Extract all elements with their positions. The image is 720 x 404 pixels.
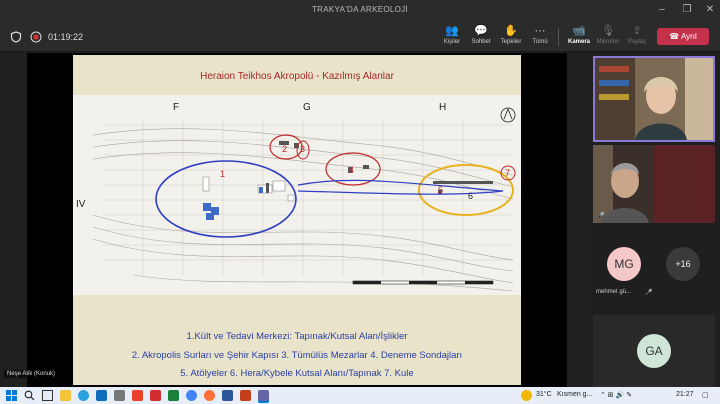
participant-name: mehmet gü...	[596, 289, 632, 295]
participants-panel: 🎤 MG +16 mehmet gü... 🎤 GA	[590, 53, 720, 387]
task-view-icon[interactable]	[42, 390, 53, 401]
column-label-g: G	[303, 102, 311, 113]
mic-off-icon: 🎤	[596, 213, 605, 220]
leave-button[interactable]: ☎ Ayrıl	[657, 28, 709, 45]
mic-button[interactable]: 🎙 Mikrofon	[592, 25, 624, 51]
powerpoint-icon[interactable]	[240, 390, 251, 401]
restore-icon[interactable]: ❐	[680, 4, 694, 16]
column-label-h: H	[439, 102, 446, 113]
people-button[interactable]: 👥 Kişiler	[436, 25, 468, 51]
participant-video-1[interactable]	[593, 56, 715, 142]
avatar: GA	[637, 334, 671, 368]
more-icon: ···	[534, 25, 546, 37]
participant-tile-3[interactable]: GA	[593, 315, 715, 387]
excel-icon[interactable]	[168, 390, 179, 401]
legend-line-3: 5. Atölyeler 6. Hera/Kybele Kutsal Alanı…	[180, 368, 414, 379]
slide-title: Heraion Teikhos Akropolü - Kazılmış Alan…	[200, 71, 394, 82]
close-icon[interactable]: ✕	[703, 4, 717, 16]
participant-video-image	[593, 145, 715, 223]
participant-video-image	[595, 58, 713, 140]
column-label-f: F	[173, 102, 179, 113]
system-tray-icons[interactable]: ⌃ ⊞ 🔊 ✎	[600, 391, 632, 399]
mail-icon[interactable]	[96, 390, 107, 401]
shared-content: Heraion Teikhos Akropolü - Kazılmış Alan…	[27, 53, 567, 387]
reactions-button[interactable]: ✋ Tepkiler	[495, 25, 527, 51]
avatar[interactable]: MG	[607, 247, 641, 281]
presenter-name-label: Neşe Atik (Konuk)	[4, 370, 59, 378]
firefox-icon[interactable]	[204, 390, 215, 401]
area-number-1: 1	[220, 169, 225, 179]
window-title: TRAKYA'DA ARKEOLOJİ	[312, 5, 408, 14]
meeting-timer: 01:19:22	[48, 32, 84, 42]
mic-off-icon: 🎙	[601, 25, 615, 37]
more-participants-button[interactable]: +16	[666, 247, 700, 281]
area-number-4: 4	[349, 165, 354, 175]
camera-button[interactable]: 📹 Kamera	[563, 25, 595, 51]
search-icon[interactable]	[24, 390, 35, 401]
presentation-slide: Heraion Teikhos Akropolü - Kazılmış Alan…	[73, 55, 521, 385]
teams-icon[interactable]	[258, 390, 269, 401]
meeting-toolbar: 01:19:22 👥 Kişiler 💬 Sohbet ✋ Tepkiler ·…	[0, 22, 720, 52]
shared-screen-area: Heraion Teikhos Akropolü - Kazılmış Alan…	[0, 53, 590, 387]
more-button[interactable]: ··· Tümü	[524, 25, 556, 51]
weather-status[interactable]: Kısmen g...	[557, 391, 592, 398]
minimize-icon[interactable]: –	[655, 4, 669, 16]
area-number-6: 6	[468, 191, 473, 201]
share-button[interactable]: ⇪ Paylaş	[621, 25, 653, 51]
reactions-icon: ✋	[504, 25, 518, 37]
pdf-reader-icon[interactable]	[150, 390, 161, 401]
mic-off-icon: 🎤	[645, 290, 653, 296]
legend-line-1: 1.Kült ve Tedavi Merkezi: Tapınak/Kutsal…	[186, 331, 408, 342]
taskbar: 31°C Kısmen g... ⌃ ⊞ 🔊 ✎ 21:27 ▢	[0, 387, 720, 404]
area-number-2: 2	[282, 144, 287, 154]
shield-icon[interactable]	[10, 31, 22, 43]
participant-video-2[interactable]: 🎤	[593, 145, 715, 223]
chat-button[interactable]: 💬 Sohbet	[465, 25, 497, 51]
site-plan-map: F G H IV 1 2 3 4 5 6 7	[73, 95, 521, 295]
area-number-5: 5	[438, 185, 443, 195]
windows-start-icon[interactable]	[6, 390, 17, 401]
people-icon: 👥	[445, 25, 459, 37]
file-explorer-icon[interactable]	[60, 390, 71, 401]
title-bar: TRAKYA'DA ARKEOLOJİ – ❐ ✕	[0, 0, 720, 22]
area-number-7: 7	[505, 168, 510, 178]
legend-line-2: 2. Akropolis Surları ve Şehir Kapısı 3. …	[131, 350, 463, 361]
app-icon[interactable]	[114, 390, 125, 401]
chat-icon: 💬	[474, 25, 488, 37]
notifications-icon[interactable]: ▢	[702, 391, 709, 399]
temperature: 31°C	[536, 391, 552, 398]
word-icon[interactable]	[222, 390, 233, 401]
row-label: IV	[76, 199, 86, 210]
chrome-icon[interactable]	[186, 390, 197, 401]
share-icon: ⇪	[632, 25, 642, 37]
edge-icon[interactable]	[78, 390, 89, 401]
office-icon[interactable]	[132, 390, 143, 401]
area-number-3: 3	[300, 144, 305, 154]
clock[interactable]: 21:27	[676, 391, 694, 398]
phone-hangup-icon: ☎	[669, 32, 680, 41]
camera-icon: 📹	[572, 25, 586, 37]
scale-bar	[352, 280, 494, 285]
recording-icon	[30, 31, 42, 43]
toolbar-divider	[558, 28, 559, 46]
weather-icon	[521, 390, 532, 401]
